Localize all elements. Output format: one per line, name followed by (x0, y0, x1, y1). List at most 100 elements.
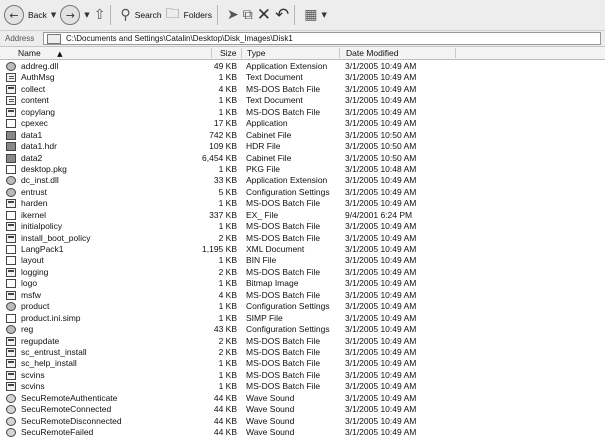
file-row[interactable]: SecuRemoteConnected 44 KB Wave Sound 3/1/20… (0, 404, 605, 415)
file-row[interactable]: addreg.dll 49 KB Application Extension 3/1/… (0, 61, 605, 72)
file-row[interactable]: sc_entrust_install 2 KB MS-DOS Batch File 3… (0, 347, 605, 358)
file-row[interactable]: desktop.pkg 1 KB PKG File 3/1/2005 10:48 AM (0, 164, 605, 175)
address-label: Address (5, 34, 35, 43)
file-row[interactable]: reg 43 KB Configuration Settings 3/1/2005 1… (0, 324, 605, 335)
column-name-label: Name (18, 48, 41, 58)
file-size: 1 KB (218, 198, 237, 209)
file-row[interactable]: data2 6,454 KB Cabinet File 3/1/2005 10:50 … (0, 153, 605, 164)
file-name: desktop.pkg (21, 163, 67, 174)
file-row[interactable]: product.ini.simp 1 KB SIMP File 3/1/2005 10… (0, 313, 605, 324)
column-size[interactable]: Size (220, 47, 237, 59)
move-to-button[interactable]: ➤ (227, 3, 239, 27)
chevron-down-icon[interactable]: ▼ (51, 11, 56, 19)
file-icon-cell (6, 164, 18, 175)
file-date: 3/1/2005 10:49 AM (345, 198, 417, 209)
bat-file-icon (6, 222, 16, 232)
column-divider[interactable] (241, 48, 242, 58)
file-icon-cell (6, 84, 18, 95)
bat-file-icon (6, 359, 16, 369)
blank-file-icon (6, 279, 16, 289)
blank-file-icon (6, 313, 16, 323)
file-row[interactable]: logo 1 KB Bitmap Image 3/1/2005 10:49 AM (0, 278, 605, 289)
file-icon-cell (6, 73, 18, 83)
file-row[interactable]: cpexec 17 KB Application 3/1/2005 10:49 AM (0, 118, 605, 129)
column-divider[interactable] (455, 48, 456, 58)
file-name: ikernel (21, 209, 47, 220)
file-row[interactable]: layout 1 KB BIN File 3/1/2005 10:49 AM (0, 255, 605, 266)
up-folder-button[interactable]: ⇧ (94, 3, 106, 27)
file-size: 6,454 KB (202, 152, 237, 163)
file-icon-cell (6, 325, 18, 335)
file-row[interactable]: data1 742 KB Cabinet File 3/1/2005 10:50 AM (0, 130, 605, 141)
column-name[interactable]: Name ▲ (18, 47, 62, 59)
file-size: 1 KB (218, 163, 237, 174)
forward-arrow-icon: → (60, 5, 81, 25)
file-icon-cell (6, 222, 18, 232)
column-divider[interactable] (339, 48, 340, 58)
file-type: MS-DOS Batch File (246, 346, 321, 357)
file-row[interactable]: AuthMsg 1 KB Text Document 3/1/2005 10:49 A… (0, 72, 605, 83)
file-row[interactable]: ikernel 337 KB EX_ File 9/4/2001 6:24 PM (0, 210, 605, 221)
file-row[interactable]: dc_inst.dll 33 KB Application Extension 3/1… (0, 175, 605, 186)
file-row[interactable]: regupdate 2 KB MS-DOS Batch File 3/1/2005 1… (0, 336, 605, 347)
file-type: Text Document (246, 72, 303, 83)
column-header: Name ▲ Size Type Date Modified (0, 47, 605, 60)
file-icon-cell (6, 62, 18, 72)
file-row[interactable]: SecuRemoteFailed 44 KB Wave Sound 3/1/2005 … (0, 427, 605, 438)
folders-button[interactable]: 🗀 Folders (166, 3, 212, 27)
column-date[interactable]: Date Modified (346, 47, 398, 59)
forward-button[interactable]: → ▼ (60, 3, 90, 27)
chevron-down-icon[interactable]: ▼ (321, 11, 326, 19)
cab-file-icon (6, 142, 16, 152)
cab-file-icon (6, 153, 16, 163)
file-row[interactable]: SecuRemoteAuthenticate 44 KB Wave Sound 3/1… (0, 393, 605, 404)
file-type: Application (246, 118, 288, 129)
file-type: BIN File (246, 255, 277, 266)
file-name: msfw (21, 289, 41, 300)
back-button[interactable]: ← Back ▼ (4, 3, 56, 27)
file-row[interactable]: collect 4 KB MS-DOS Batch File 3/1/2005 10:… (0, 84, 605, 95)
views-button[interactable]: ▦ ▼ (304, 3, 327, 27)
file-row[interactable]: msfw 4 KB MS-DOS Batch File 3/1/2005 10:49 … (0, 290, 605, 301)
file-row[interactable]: content 1 KB Text Document 3/1/2005 10:49 A… (0, 95, 605, 106)
bat-file-icon (6, 107, 16, 117)
copy-to-button[interactable]: ⧉ (243, 3, 253, 27)
address-input[interactable]: C:\Documents and Settings\Catalin\Deskto… (43, 32, 601, 45)
file-row[interactable]: install_boot_policy 2 KB MS-DOS Batch File… (0, 233, 605, 244)
file-type: Application Extension (246, 61, 328, 71)
file-type: Wave Sound (246, 404, 295, 415)
file-type: MS-DOS Batch File (246, 232, 321, 243)
txt-file-icon (6, 73, 16, 83)
search-button[interactable]: ⚲ Search (120, 3, 161, 27)
file-row[interactable]: LangPack1 1,195 KB XML Document 3/1/2005 10… (0, 244, 605, 255)
txt-file-icon (6, 96, 16, 106)
file-type: MS-DOS Batch File (246, 83, 321, 94)
file-name: data2 (21, 152, 43, 163)
address-path: C:\Documents and Settings\Catalin\Deskto… (66, 34, 293, 43)
file-row[interactable]: scvins 1 KB MS-DOS Batch File 3/1/2005 10:4… (0, 381, 605, 392)
gear-file-icon (6, 325, 16, 335)
file-type: Cabinet File (246, 129, 292, 140)
file-row[interactable]: SecuRemoteDisconnected 44 KB Wave Sound 3/1… (0, 416, 605, 427)
file-icon-cell (6, 153, 18, 164)
file-row[interactable]: sc_help_install 1 KB MS-DOS Batch File 3/1/… (0, 358, 605, 369)
file-row[interactable]: data1.hdr 109 KB HDR File 3/1/2005 10:50 AM (0, 141, 605, 152)
undo-button[interactable]: ↶ (275, 3, 289, 27)
file-row[interactable]: harden 1 KB MS-DOS Batch File 3/1/2005 10:4… (0, 198, 605, 209)
column-type[interactable]: Type (247, 47, 265, 59)
file-row[interactable]: copylang 1 KB MS-DOS Batch File 3/1/2005 10… (0, 107, 605, 118)
file-row[interactable]: initialpolicy 1 KB MS-DOS Batch File 3/1/20… (0, 221, 605, 232)
file-date: 3/1/2005 10:49 AM (345, 186, 417, 197)
file-row[interactable]: logging 2 KB MS-DOS Batch File 3/1/2005 10:… (0, 267, 605, 278)
file-row[interactable]: product 1 KB Configuration Settings 3/1/200… (0, 301, 605, 312)
delete-button[interactable]: ✕ (257, 3, 271, 27)
file-row[interactable]: entrust 5 KB Configuration Settings 3/1/200… (0, 187, 605, 198)
file-name: scvins (21, 369, 45, 380)
bat-file-icon (6, 336, 16, 346)
file-row[interactable]: scvins 1 KB MS-DOS Batch File 3/1/2005 10:4… (0, 370, 605, 381)
file-date: 3/1/2005 10:49 AM (345, 427, 417, 437)
chevron-down-icon[interactable]: ▼ (84, 11, 89, 19)
column-divider[interactable] (211, 48, 212, 58)
file-date: 3/1/2005 10:49 AM (345, 381, 417, 392)
toolbar: ← Back ▼ → ▼ ⇧ ⚲ Search 🗀 Folders ➤ ⧉ ✕ … (0, 0, 605, 31)
